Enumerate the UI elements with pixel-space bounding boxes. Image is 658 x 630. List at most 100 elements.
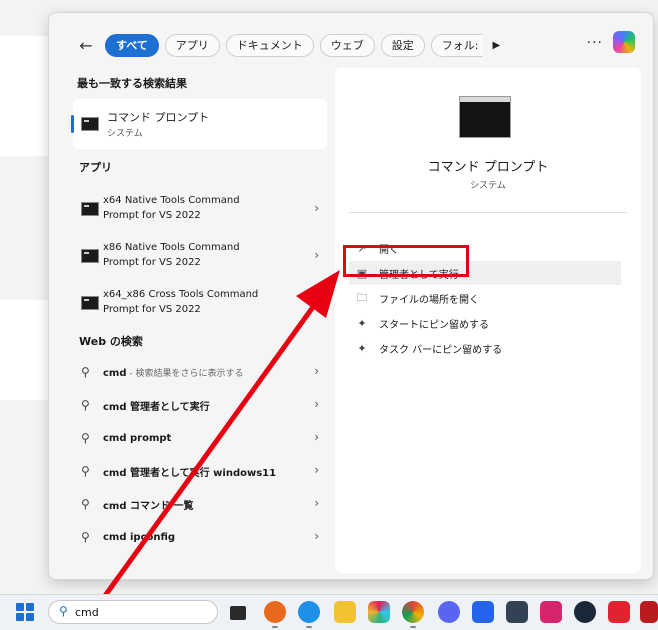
chevron-right-icon[interactable]: › xyxy=(314,397,319,411)
command-prompt-icon xyxy=(81,202,99,216)
back-arrow-icon[interactable]: ← xyxy=(73,33,99,57)
web-search-item[interactable]: ⚲ cmd 管理者として実行 › xyxy=(73,389,327,421)
action-open-file-location[interactable]: 🗀 ファイルの場所を開く xyxy=(349,286,621,310)
action-pin-taskbar[interactable]: ✦ タスク バーにピン留めする xyxy=(349,336,621,360)
app-item-line2: Prompt for VS 2022 xyxy=(103,210,201,221)
filter-settings[interactable]: 設定 xyxy=(380,33,425,57)
taskbar-search-input[interactable] xyxy=(75,603,205,621)
web-search-label: cmd 管理者として実行 windows11 xyxy=(103,467,277,479)
search-icon: ⚲ xyxy=(81,431,90,445)
more-options-icon[interactable]: ··· xyxy=(587,35,603,51)
filter-bar: ← すべて アプリ ドキュメント ウェブ 設定 フォル: ▶ xyxy=(73,33,500,57)
chevron-right-icon[interactable]: › xyxy=(314,201,319,215)
run-as-admin-highlight xyxy=(343,245,469,277)
search-icon: ⚲ xyxy=(59,604,68,618)
web-search-label: cmd - 検索結果をさらに表示する xyxy=(103,366,244,379)
app-blue-circle-icon[interactable] xyxy=(298,601,320,623)
command-prompt-icon xyxy=(81,249,99,263)
app-item-label: x64 Native Tools Command Prompt for VS 2… xyxy=(103,193,293,223)
chevron-right-icon[interactable]: › xyxy=(314,430,319,444)
copilot-icon[interactable] xyxy=(613,31,635,53)
web-query-suffix: - 検索結果をさらに表示する xyxy=(126,368,244,379)
search-icon: ⚲ xyxy=(81,530,90,544)
web-search-item[interactable]: ⚲ cmd - 検索結果をさらに表示する › xyxy=(73,356,327,388)
scroll-right-icon[interactable]: ▶ xyxy=(493,40,501,51)
windows-start-icon[interactable] xyxy=(16,603,34,621)
web-search-label: cmd ipconfig xyxy=(103,531,176,543)
web-search-label: cmd コマンド 一覧 xyxy=(103,500,194,512)
divider xyxy=(349,212,627,213)
app-pink-icon[interactable] xyxy=(540,601,562,623)
chevron-right-icon[interactable]: › xyxy=(314,248,319,262)
chevron-right-icon[interactable]: › xyxy=(314,496,319,510)
search-icon: ⚲ xyxy=(81,398,90,412)
action-label: ファイルの場所を開く xyxy=(379,294,479,306)
filter-folders[interactable]: フォル: xyxy=(430,33,483,57)
background-page xyxy=(0,300,48,400)
app-item-label: x86 Native Tools Command Prompt for VS 2… xyxy=(103,240,293,270)
best-match-item[interactable]: コマンド プロンプト システム xyxy=(71,99,327,149)
pin-icon: ✦ xyxy=(357,316,367,330)
web-search-item[interactable]: ⚲ cmd 管理者として実行 windows11 › xyxy=(73,455,327,487)
app-red-icon[interactable] xyxy=(640,601,658,623)
chrome-icon[interactable] xyxy=(402,601,424,623)
web-search-heading: Web の検索 xyxy=(79,335,143,348)
app-item-line1: x64_x86 Cross Tools Command xyxy=(103,289,259,300)
app-orange-icon[interactable] xyxy=(264,601,286,623)
taskbar-search-box[interactable]: ⚲ xyxy=(48,600,218,624)
search-icon: ⚲ xyxy=(81,365,90,379)
chevron-right-icon[interactable]: › xyxy=(314,364,319,378)
file-explorer-icon[interactable] xyxy=(334,601,356,623)
web-search-label: cmd 管理者として実行 xyxy=(103,401,210,413)
slack-icon[interactable] xyxy=(368,601,390,623)
search-icon: ⚲ xyxy=(81,497,90,511)
app-item[interactable]: x86 Native Tools Command Prompt for VS 2… xyxy=(73,236,327,280)
preview-pane: コマンド プロンプト システム ↗ 開く ▣ 管理者として実行 🗀 ファイルの場… xyxy=(335,68,641,573)
preview-subtitle: システム xyxy=(470,181,506,191)
command-prompt-large-icon xyxy=(459,96,511,138)
discord-icon[interactable] xyxy=(438,601,460,623)
pin-icon: ✦ xyxy=(357,341,367,355)
apps-heading: アプリ xyxy=(79,161,112,174)
action-label: スタートにピン留めする xyxy=(379,319,489,331)
app-item[interactable]: x64 Native Tools Command Prompt for VS 2… xyxy=(73,189,327,233)
running-indicator xyxy=(410,626,416,628)
web-search-label: cmd prompt xyxy=(103,432,172,444)
best-match-title: コマンド プロンプト xyxy=(107,111,210,124)
web-search-item[interactable]: ⚲ cmd prompt › xyxy=(73,422,327,454)
web-search-item[interactable]: ⚲ cmd ipconfig › xyxy=(73,521,327,553)
action-pin-start[interactable]: ✦ スタートにピン留めする xyxy=(349,311,621,335)
taskbar: ⚲ xyxy=(0,594,658,630)
selection-indicator xyxy=(71,115,74,133)
power-app-icon[interactable] xyxy=(608,601,630,623)
app-item-line2: Prompt for VS 2022 xyxy=(103,304,201,315)
background-page xyxy=(0,36,48,156)
chevron-right-icon[interactable]: › xyxy=(314,463,319,477)
folder-icon: 🗀 xyxy=(356,290,368,304)
running-indicator xyxy=(272,626,278,628)
filter-all[interactable]: すべて xyxy=(105,33,159,57)
steam-icon[interactable] xyxy=(574,601,596,623)
chevron-right-icon[interactable]: › xyxy=(314,529,319,543)
task-view-icon[interactable] xyxy=(230,606,246,620)
running-indicator xyxy=(306,626,312,628)
web-search-item[interactable]: ⚲ cmd コマンド 一覧 › xyxy=(73,488,327,520)
filter-web[interactable]: ウェブ xyxy=(319,33,375,57)
preview-title: コマンド プロンプト xyxy=(427,160,549,175)
command-prompt-icon xyxy=(81,117,99,131)
filter-documents[interactable]: ドキュメント xyxy=(225,33,314,57)
app-blue-d-icon[interactable] xyxy=(472,601,494,623)
app-item[interactable]: x64_x86 Cross Tools Command Prompt for V… xyxy=(73,283,327,327)
action-label: タスク バーにピン留めする xyxy=(379,344,503,356)
web-query: cmd xyxy=(103,367,127,379)
app-device-icon[interactable] xyxy=(506,601,528,623)
best-match-heading: 最も一致する検索結果 xyxy=(77,77,187,90)
best-match-subtitle: システム xyxy=(107,129,143,139)
chevron-right-icon[interactable]: › xyxy=(314,295,319,309)
app-item-line2: Prompt for VS 2022 xyxy=(103,257,201,268)
filter-apps[interactable]: アプリ xyxy=(164,33,220,57)
search-panel: ← すべて アプリ ドキュメント ウェブ 設定 フォル: ▶ ··· 最も一致す… xyxy=(48,12,654,580)
command-prompt-icon xyxy=(81,296,99,310)
app-item-line1: x64 Native Tools Command xyxy=(103,195,240,206)
app-item-line1: x86 Native Tools Command xyxy=(103,242,240,253)
